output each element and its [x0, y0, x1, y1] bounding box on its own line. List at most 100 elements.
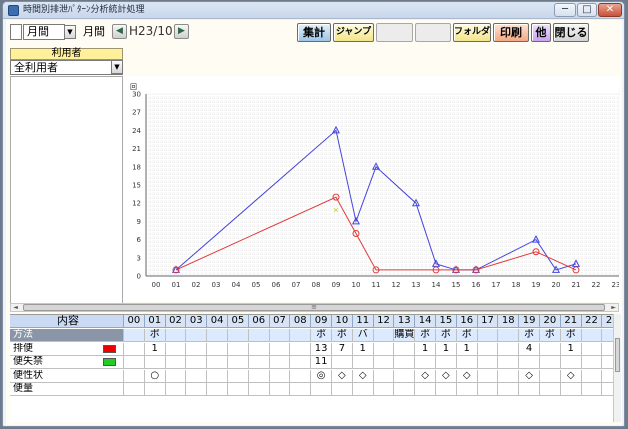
grid-cell[interactable] — [540, 383, 561, 396]
grid-cell[interactable]: 7 — [332, 342, 353, 356]
user-filter-dropdown-icon[interactable]: ▼ — [111, 60, 123, 74]
folder-button[interactable]: フォルダ — [453, 23, 491, 42]
grid-cell[interactable] — [165, 383, 187, 396]
grid-cell[interactable] — [560, 356, 582, 369]
grid-cell[interactable] — [602, 329, 613, 342]
grid-cell[interactable]: ポ — [560, 329, 582, 342]
grid-cell[interactable] — [165, 369, 187, 383]
chart-horizontal-scrollbar[interactable]: ◄ ≡ ► — [10, 303, 619, 312]
blank-button-1[interactable] — [376, 23, 413, 42]
grid-cell[interactable] — [144, 356, 166, 369]
grid-cell[interactable] — [207, 383, 228, 396]
grid-cell[interactable] — [186, 356, 208, 369]
grid-cell[interactable] — [581, 329, 603, 342]
grid-cell[interactable] — [602, 370, 613, 383]
grid-cell[interactable] — [269, 383, 291, 396]
grid-cell[interactable]: ◇ — [352, 369, 374, 383]
print-button[interactable]: 印刷 — [493, 23, 529, 42]
grid-cell[interactable] — [186, 383, 208, 396]
grid-cell[interactable]: ◇ — [415, 369, 436, 383]
grid-cell[interactable]: ポ — [332, 329, 353, 342]
grid-cell[interactable] — [124, 329, 145, 342]
grid-cell[interactable] — [581, 369, 603, 383]
grid-cell[interactable] — [415, 383, 436, 396]
grid-cell[interactable]: ◇ — [560, 369, 582, 383]
grid-cell[interactable] — [498, 383, 520, 396]
grid-cell[interactable] — [394, 383, 416, 396]
minimize-button[interactable]: ─ — [554, 3, 576, 17]
other-button[interactable]: 他 — [531, 23, 551, 42]
grid-cell[interactable] — [248, 342, 270, 356]
grid-cell[interactable] — [581, 356, 603, 369]
grid-cell[interactable]: 13 — [311, 342, 332, 356]
grid-cell[interactable]: ◎ — [311, 369, 332, 383]
grid-cell[interactable] — [290, 342, 312, 356]
grid-cell[interactable] — [228, 356, 249, 369]
grid-cell[interactable] — [165, 356, 187, 369]
grid-cell[interactable] — [124, 356, 145, 369]
jump-button[interactable]: ジャンプ — [333, 23, 374, 42]
grid-cell[interactable]: 1 — [352, 342, 374, 356]
grid-cell[interactable] — [124, 383, 145, 396]
grid-cell[interactable] — [290, 356, 312, 369]
grid-cell[interactable] — [498, 369, 520, 383]
grid-cell[interactable] — [290, 369, 312, 383]
grid-cell[interactable]: ポ — [436, 329, 457, 342]
next-date-icon[interactable]: ▶ — [174, 24, 189, 39]
grid-cell[interactable] — [519, 356, 540, 369]
grid-cell[interactable] — [477, 369, 499, 383]
grid-cell[interactable] — [290, 383, 312, 396]
grid-cell[interactable] — [602, 356, 613, 369]
grid-cell[interactable] — [248, 369, 270, 383]
grid-cell[interactable] — [477, 342, 499, 356]
grid-cell[interactable] — [415, 356, 436, 369]
scroll-left-icon[interactable]: ◄ — [11, 304, 20, 311]
grid-cell[interactable] — [248, 383, 270, 396]
grid-cell[interactable] — [394, 342, 416, 356]
grid-cell[interactable]: 購買 — [394, 329, 416, 342]
grid-cell[interactable] — [165, 342, 187, 356]
grid-cell[interactable] — [186, 329, 208, 342]
grid-cell[interactable]: ポ — [456, 329, 478, 342]
grid-cell[interactable]: ポ — [311, 329, 332, 342]
grid-cell[interactable]: 1 — [436, 342, 457, 356]
grid-cell[interactable]: ポ — [540, 329, 561, 342]
grid-cell[interactable] — [269, 369, 291, 383]
grid-cell[interactable] — [540, 369, 561, 383]
grid-cell[interactable] — [373, 329, 395, 342]
grid-cell[interactable] — [332, 383, 353, 396]
grid-cell[interactable] — [373, 383, 395, 396]
grid-cell[interactable] — [456, 356, 478, 369]
grid-cell[interactable]: 1 — [560, 342, 582, 356]
grid-cell[interactable] — [207, 342, 228, 356]
grid-cell[interactable] — [477, 383, 499, 396]
grid-cell[interactable] — [228, 329, 249, 342]
grid-cell[interactable]: ◇ — [436, 369, 457, 383]
grid-cell[interactable] — [144, 383, 166, 396]
scroll-right-icon[interactable]: ► — [609, 304, 618, 311]
period-value-box[interactable] — [10, 24, 22, 40]
grid-cell[interactable] — [456, 383, 478, 396]
grid-cell[interactable]: ◇ — [456, 369, 478, 383]
grid-cell[interactable] — [581, 342, 603, 356]
grid-cell[interactable]: ○ — [144, 369, 166, 383]
grid-cell[interactable]: 1 — [456, 342, 478, 356]
grid-cell[interactable] — [124, 342, 145, 356]
grid-cell[interactable] — [228, 342, 249, 356]
period-combo[interactable]: 月間 — [23, 24, 65, 40]
maximize-button[interactable]: □ — [577, 3, 597, 17]
period-dropdown-icon[interactable]: ▼ — [64, 25, 76, 39]
grid-cell[interactable]: ◇ — [332, 369, 353, 383]
grid-cell[interactable] — [540, 356, 561, 369]
grid-cell[interactable] — [186, 342, 208, 356]
aggregate-button[interactable]: 集計 — [297, 23, 331, 42]
grid-cell[interactable] — [269, 329, 291, 342]
grid-cell[interactable]: ポ — [519, 329, 540, 342]
grid-cell[interactable] — [436, 383, 457, 396]
grid-cell[interactable] — [373, 369, 395, 383]
grid-cell[interactable] — [498, 342, 520, 356]
grid-cell[interactable] — [165, 329, 187, 342]
grid-cell[interactable]: 1 — [415, 342, 436, 356]
grid-cell[interactable]: ◇ — [519, 369, 540, 383]
prev-date-icon[interactable]: ◀ — [112, 24, 127, 39]
